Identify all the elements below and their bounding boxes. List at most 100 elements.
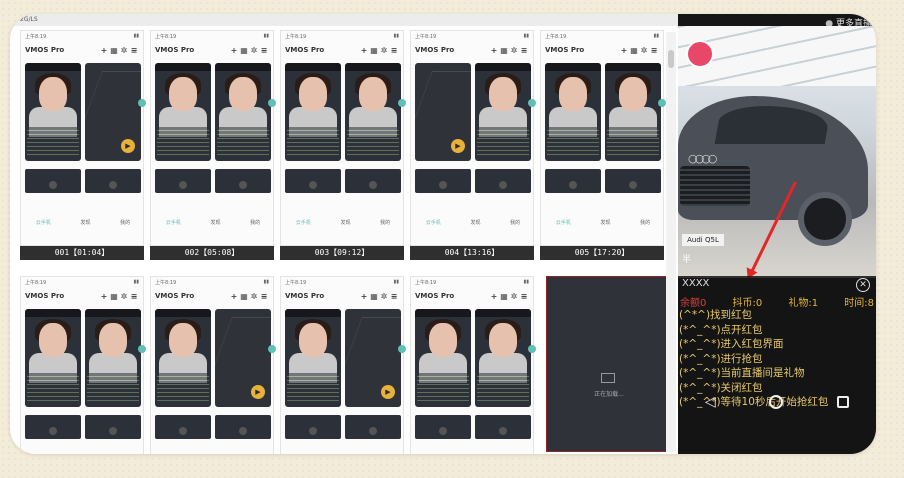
cloud-phone-thumbnail[interactable]	[25, 415, 81, 439]
cloud-phone-thumbnail[interactable]	[285, 309, 341, 407]
side-tab-icon[interactable]	[528, 345, 536, 353]
settings-icon[interactable]: ✲	[639, 46, 649, 55]
tab-discover[interactable]: 发现	[470, 219, 480, 235]
menu-icon[interactable]: ≡	[649, 46, 659, 55]
add-icon[interactable]: +	[489, 292, 499, 301]
live-stream-video[interactable]: ○○○○ Audi Q5L 半	[678, 26, 876, 278]
add-icon[interactable]: +	[489, 46, 499, 55]
menu-icon[interactable]: ≡	[129, 292, 139, 301]
grid-icon[interactable]: ▦	[369, 46, 379, 55]
cloud-phone-thumbnail[interactable]	[345, 169, 401, 193]
grid-icon[interactable]: ▦	[629, 46, 639, 55]
cloud-phone-thumbnail[interactable]	[605, 63, 661, 161]
back-icon[interactable]: ◁	[705, 394, 716, 410]
tab-discover[interactable]: 发现	[210, 219, 220, 235]
cloud-phone-thumbnail[interactable]	[545, 63, 601, 161]
settings-icon[interactable]: ✲	[119, 292, 129, 301]
cloud-phone-thumbnail[interactable]	[415, 309, 471, 407]
menu-icon[interactable]: ≡	[259, 292, 269, 301]
add-icon[interactable]: +	[99, 292, 109, 301]
side-tab-icon[interactable]	[658, 99, 666, 107]
tab-cloud-phone[interactable]: 云手机	[166, 219, 181, 235]
play-icon[interactable]: ▶	[251, 385, 265, 399]
cloud-phone-thumbnail[interactable]	[215, 63, 271, 161]
side-tab-icon[interactable]	[268, 345, 276, 353]
loading-window[interactable]: 正在加载...	[546, 276, 670, 452]
grid-icon[interactable]: ▦	[239, 46, 249, 55]
add-icon[interactable]: +	[359, 46, 369, 55]
side-tab-icon[interactable]	[138, 345, 146, 353]
cloud-phone-thumbnail[interactable]: ▶	[85, 63, 141, 161]
recent-apps-icon[interactable]	[837, 396, 850, 408]
side-tab-icon[interactable]	[138, 99, 146, 107]
play-icon[interactable]: ▶	[121, 139, 135, 153]
cloud-phone-thumbnail[interactable]	[415, 169, 471, 193]
tab-cloud-phone[interactable]: 云手机	[426, 219, 441, 235]
cloud-phone-thumbnail[interactable]	[345, 63, 401, 161]
tab-discover[interactable]: 发现	[80, 219, 90, 235]
cloud-phone-thumbnail[interactable]	[475, 63, 531, 161]
add-icon[interactable]: +	[229, 46, 239, 55]
menu-icon[interactable]: ≡	[259, 46, 269, 55]
add-icon[interactable]: +	[359, 292, 369, 301]
grid-icon[interactable]: ▦	[109, 46, 119, 55]
cloud-phone-thumbnail[interactable]	[215, 169, 271, 193]
cloud-phone-thumbnail[interactable]	[475, 169, 531, 193]
cloud-phone-thumbnail[interactable]	[155, 415, 211, 439]
cloud-phone-thumbnail[interactable]	[475, 309, 531, 407]
tab-cloud-phone[interactable]: 云手机	[296, 219, 311, 235]
tab-discover[interactable]: 发现	[340, 219, 350, 235]
settings-icon[interactable]: ✲	[249, 292, 259, 301]
cloud-phone-thumbnail[interactable]	[285, 169, 341, 193]
cloud-phone-thumbnail[interactable]	[215, 415, 271, 439]
add-icon[interactable]: +	[99, 46, 109, 55]
tab-cloud-phone[interactable]: 云手机	[556, 219, 571, 235]
cloud-phone-thumbnail[interactable]	[605, 169, 661, 193]
cloud-phone-thumbnail[interactable]	[85, 415, 141, 439]
add-icon[interactable]: +	[619, 46, 629, 55]
cloud-phone-thumbnail[interactable]: ▶	[215, 309, 271, 407]
menu-icon[interactable]: ≡	[389, 292, 399, 301]
cloud-phone-thumbnail[interactable]	[415, 415, 471, 439]
cloud-phone-thumbnail[interactable]	[85, 309, 141, 407]
settings-icon[interactable]: ✲	[379, 292, 389, 301]
scrollbar[interactable]	[666, 32, 676, 452]
menu-icon[interactable]: ≡	[389, 46, 399, 55]
scrollbar-thumb[interactable]	[668, 50, 674, 68]
tab-cloud-phone[interactable]: 云手机	[36, 219, 51, 235]
menu-icon[interactable]: ≡	[129, 46, 139, 55]
grid-icon[interactable]: ▦	[369, 292, 379, 301]
side-tab-icon[interactable]	[398, 99, 406, 107]
cloud-phone-thumbnail[interactable]	[285, 63, 341, 161]
settings-icon[interactable]: ✲	[379, 46, 389, 55]
play-icon[interactable]: ▶	[381, 385, 395, 399]
cloud-phone-thumbnail[interactable]	[25, 169, 81, 193]
cloud-phone-thumbnail[interactable]	[155, 169, 211, 193]
grid-icon[interactable]: ▦	[499, 46, 509, 55]
close-icon[interactable]: ✕	[856, 278, 870, 292]
menu-icon[interactable]: ≡	[519, 292, 529, 301]
tab-me[interactable]: 我的	[640, 219, 650, 235]
tab-me[interactable]: 我的	[120, 219, 130, 235]
tab-me[interactable]: 我的	[510, 219, 520, 235]
cloud-phone-thumbnail[interactable]	[155, 63, 211, 161]
side-tab-icon[interactable]	[268, 99, 276, 107]
grid-icon[interactable]: ▦	[109, 292, 119, 301]
cloud-phone-thumbnail[interactable]	[25, 63, 81, 161]
settings-icon[interactable]: ✲	[249, 46, 259, 55]
side-tab-icon[interactable]	[398, 345, 406, 353]
grid-icon[interactable]: ▦	[239, 292, 249, 301]
settings-icon[interactable]: ✲	[119, 46, 129, 55]
cloud-phone-thumbnail[interactable]: ▶	[415, 63, 471, 161]
menu-icon[interactable]: ≡	[519, 46, 529, 55]
settings-icon[interactable]: ✲	[509, 292, 519, 301]
cloud-phone-thumbnail[interactable]	[155, 309, 211, 407]
cloud-phone-thumbnail[interactable]	[285, 415, 341, 439]
grid-icon[interactable]: ▦	[499, 292, 509, 301]
cloud-phone-thumbnail[interactable]	[85, 169, 141, 193]
tab-me[interactable]: 我的	[380, 219, 390, 235]
cloud-phone-thumbnail[interactable]	[545, 169, 601, 193]
add-icon[interactable]: +	[229, 292, 239, 301]
tab-me[interactable]: 我的	[250, 219, 260, 235]
cloud-phone-thumbnail[interactable]	[25, 309, 81, 407]
